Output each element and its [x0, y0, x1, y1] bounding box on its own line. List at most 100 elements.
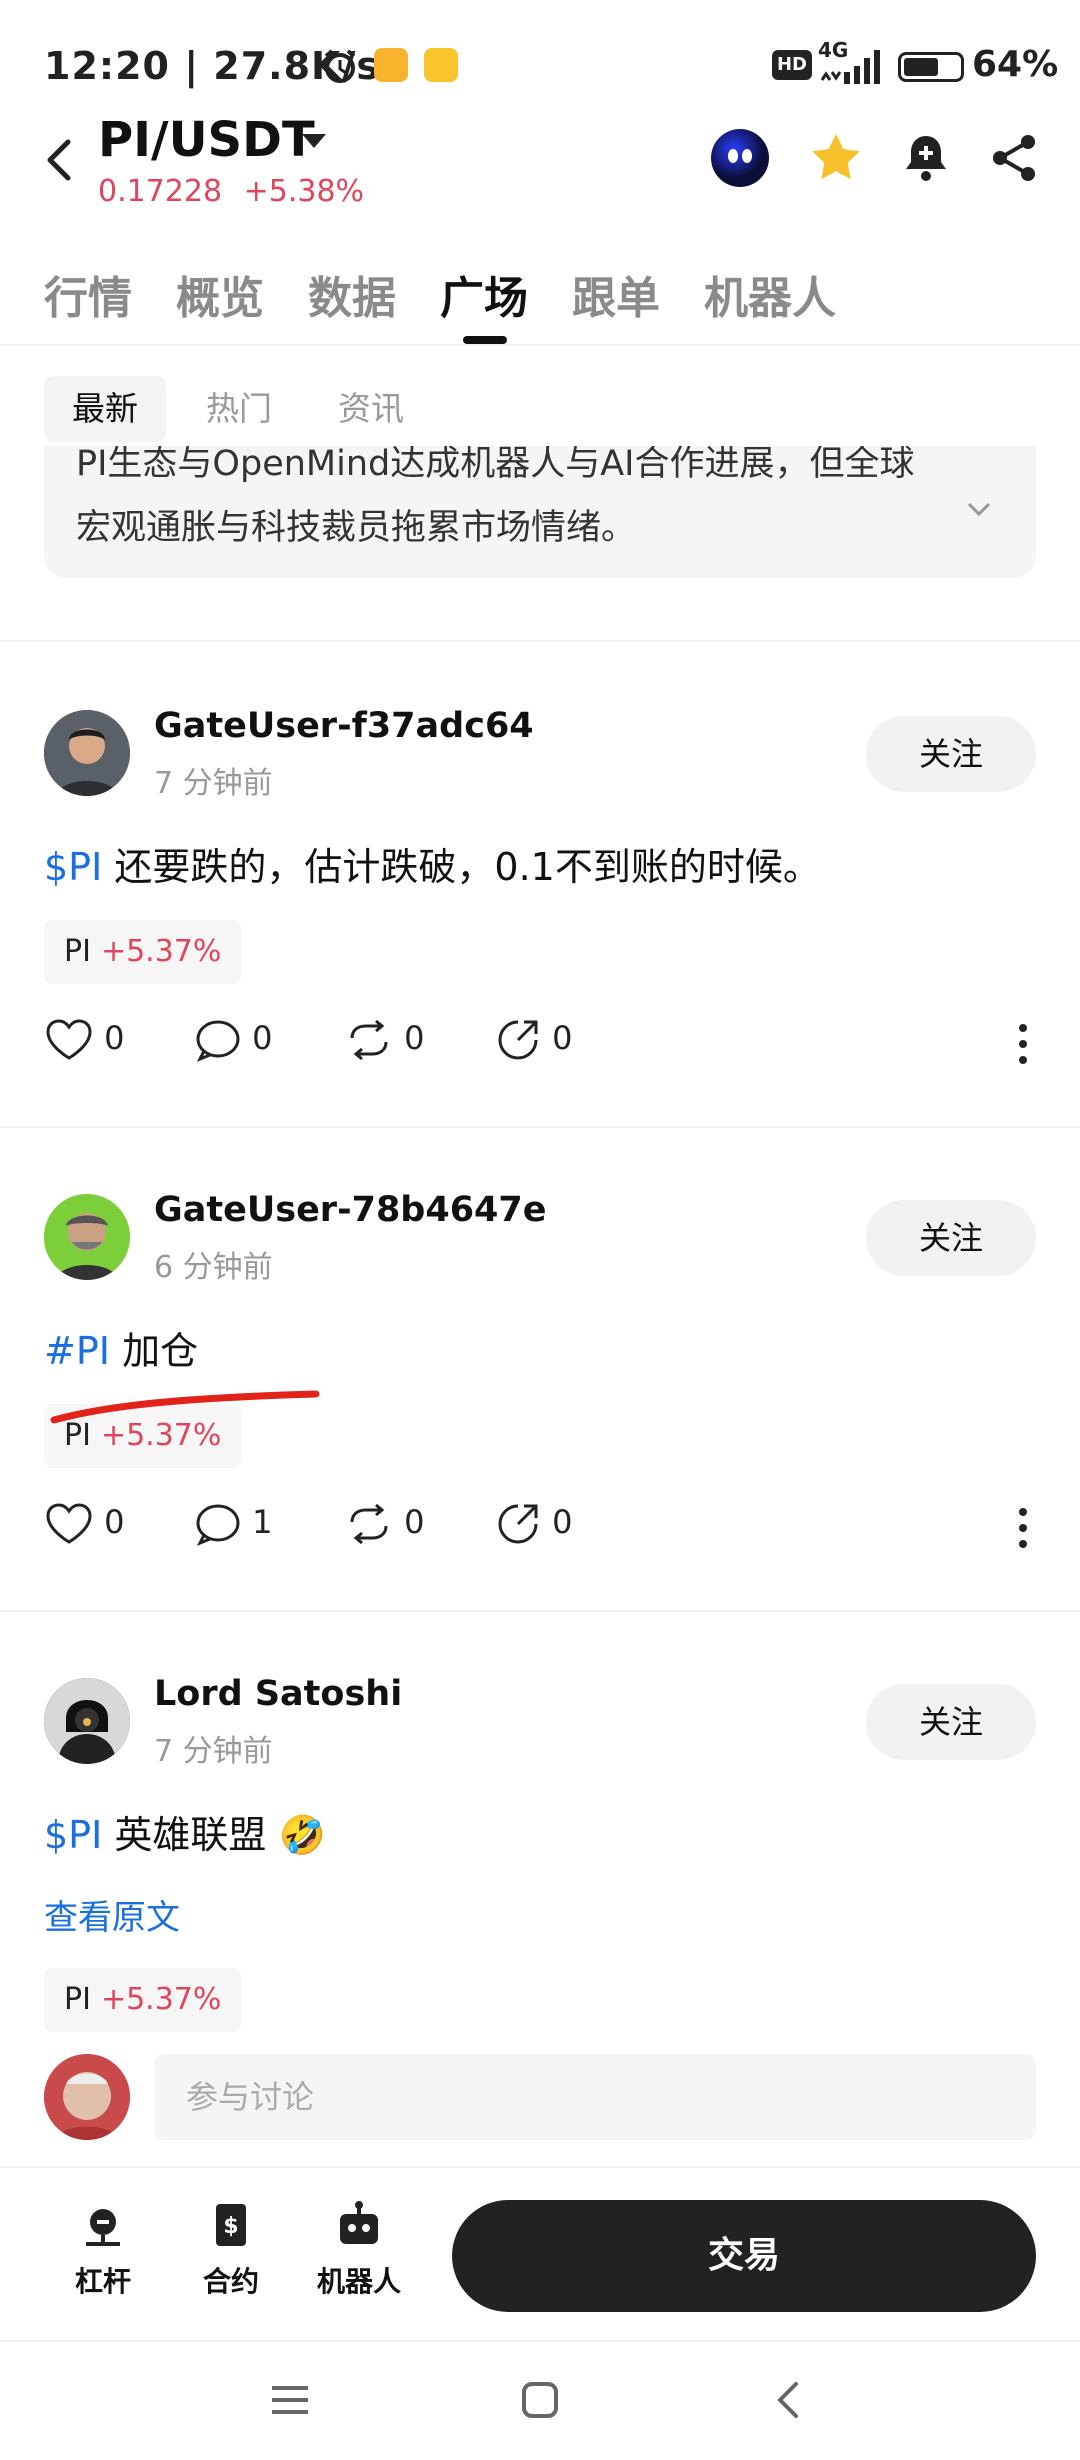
repost-icon — [350, 1019, 388, 1061]
contract-icon: $ — [216, 2204, 246, 2246]
like-button[interactable]: 0 — [44, 1018, 125, 1062]
tab-square[interactable]: 广场 — [440, 262, 528, 326]
chip-coin: PI — [64, 934, 91, 969]
current-user-avatar[interactable] — [44, 2054, 130, 2140]
bell-add-icon[interactable] — [896, 128, 956, 188]
avatar[interactable] — [44, 710, 130, 796]
post-text: $PI 还要跌的，估计跌破，0.1不到账的时候。 — [44, 836, 821, 891]
signal-icon — [816, 46, 886, 86]
repost-button[interactable]: 0 — [344, 1018, 425, 1062]
share-icon[interactable] — [984, 128, 1044, 188]
menu-icon[interactable] — [268, 2378, 312, 2426]
leverage-icon — [86, 2209, 120, 2246]
divider — [0, 2166, 1080, 2168]
comment-button[interactable]: 0 — [194, 1018, 273, 1062]
follow-button[interactable]: 关注 — [866, 1200, 1036, 1276]
coin-chip[interactable]: PI +5.37% — [44, 1968, 242, 2032]
more-options-icon[interactable] — [1018, 1020, 1028, 1068]
tab-overview[interactable]: 概览 — [176, 262, 264, 326]
post-card: GateUser-78b4647e 6 分钟前 关注 #PI 加仓 PI +5.3… — [0, 1184, 1080, 1584]
notification-app-icon — [374, 48, 408, 82]
post-time: 6 分钟前 — [154, 1250, 273, 1285]
comment-count: 0 — [252, 1019, 273, 1057]
avatar[interactable] — [44, 1194, 130, 1280]
tab-data[interactable]: 数据 — [308, 262, 396, 326]
avatar[interactable] — [44, 1678, 130, 1764]
repost-count: 0 — [404, 1503, 425, 1541]
divider — [0, 1126, 1080, 1128]
comment-icon — [196, 1020, 240, 1062]
expand-chevron-icon[interactable] — [964, 494, 994, 524]
comment-input[interactable]: 参与讨论 — [154, 2054, 1036, 2140]
like-count: 0 — [104, 1019, 125, 1057]
alarm-icon — [320, 46, 360, 86]
leverage-label: 杠杆 — [74, 2265, 131, 2298]
like-button[interactable]: 0 — [44, 1502, 125, 1546]
home-icon[interactable] — [518, 2378, 562, 2426]
view-original-link[interactable]: 查看原文 — [44, 1890, 180, 1939]
contract-label: 合约 — [202, 2265, 259, 2298]
chip-coin: PI — [64, 1982, 91, 2017]
comment-icon — [196, 1504, 240, 1546]
leverage-button[interactable]: 杠杆 — [58, 2200, 148, 2300]
follow-button[interactable]: 关注 — [866, 716, 1036, 792]
username[interactable]: Lord Satoshi — [154, 1674, 402, 1714]
chevron-down-icon[interactable] — [302, 134, 326, 148]
username[interactable]: GateUser-78b4647e — [154, 1190, 547, 1230]
like-count: 0 — [104, 1503, 125, 1541]
post-body: 加仓 — [122, 1329, 199, 1373]
hd-icon: HD — [772, 50, 812, 80]
heart-icon — [46, 1503, 92, 1544]
price-value: 0.17228 — [98, 174, 223, 209]
chip-change: +5.37% — [100, 1982, 222, 2017]
share-arrow-icon — [498, 1504, 538, 1544]
divider — [0, 1610, 1080, 1612]
coin-tag[interactable]: $PI — [44, 1813, 102, 1857]
contract-button[interactable]: $ 合约 — [186, 2200, 276, 2300]
price-change: +5.38% — [243, 174, 365, 209]
chip-change: +5.37% — [100, 934, 222, 969]
post-body: 英雄联盟 🤣 — [114, 1813, 326, 1857]
summary-text: PI生态与OpenMind达成机器人与AI合作进展，但全球 宏观通胀与科技裁员拖… — [76, 446, 956, 560]
coin-tag[interactable]: $PI — [44, 845, 102, 889]
subtab-hot[interactable]: 热门 — [178, 376, 300, 442]
tab-market[interactable]: 行情 — [44, 262, 132, 326]
battery-icon — [898, 52, 964, 82]
heart-icon — [46, 1019, 92, 1060]
subtab-latest[interactable]: 最新 — [44, 376, 166, 442]
subtab-news[interactable]: 资讯 — [310, 376, 432, 442]
post-text: #PI 加仓 — [44, 1320, 198, 1375]
summary-line-1: PI生态与OpenMind达成机器人与AI合作进展，但全球 — [76, 446, 915, 484]
post-card: GateUser-f37adc64 7 分钟前 关注 $PI 还要跌的，估计跌破… — [0, 700, 1080, 1100]
active-tab-indicator — [463, 336, 507, 344]
red-underline-annotation — [46, 1380, 326, 1440]
follow-button[interactable]: 关注 — [866, 1684, 1036, 1760]
repost-button[interactable]: 0 — [344, 1502, 425, 1546]
post-time: 7 分钟前 — [154, 766, 273, 801]
robot-button[interactable]: 机器人 — [314, 2200, 404, 2300]
repost-icon — [350, 1503, 388, 1545]
share-post-button[interactable]: 0 — [494, 1018, 573, 1062]
back-button[interactable] — [40, 136, 80, 184]
divider — [0, 2340, 1080, 2342]
share-count: 0 — [552, 1019, 573, 1057]
tab-copy-trading[interactable]: 跟单 — [572, 262, 660, 326]
ghost-app-icon[interactable] — [710, 128, 770, 188]
share-count: 0 — [552, 1503, 573, 1541]
tab-robot[interactable]: 机器人 — [704, 262, 836, 326]
post-card: Lord Satoshi 7 分钟前 关注 $PI 英雄联盟 🤣 查看原文 PI… — [0, 1668, 1080, 2048]
share-post-button[interactable]: 0 — [494, 1502, 573, 1546]
ai-summary-card[interactable]: PI生态与OpenMind达成机器人与AI合作进展，但全球 宏观通胀与科技裁员拖… — [44, 446, 1036, 578]
trade-button[interactable]: 交易 — [452, 2200, 1036, 2312]
mail-app-icon — [424, 48, 458, 82]
coin-tag[interactable]: #PI — [44, 1329, 110, 1373]
star-icon[interactable] — [806, 128, 866, 188]
back-nav-icon[interactable] — [768, 2378, 812, 2426]
username[interactable]: GateUser-f37adc64 — [154, 706, 534, 746]
pair-title[interactable]: PI/USDT — [98, 112, 315, 168]
comment-button[interactable]: 1 — [194, 1502, 273, 1546]
status-bar: 12:20 | 27.8K/s HD 4G 64% — [0, 0, 1080, 130]
more-options-icon[interactable] — [1018, 1504, 1028, 1552]
robot-icon — [340, 2201, 378, 2244]
coin-chip[interactable]: PI +5.37% — [44, 920, 242, 984]
